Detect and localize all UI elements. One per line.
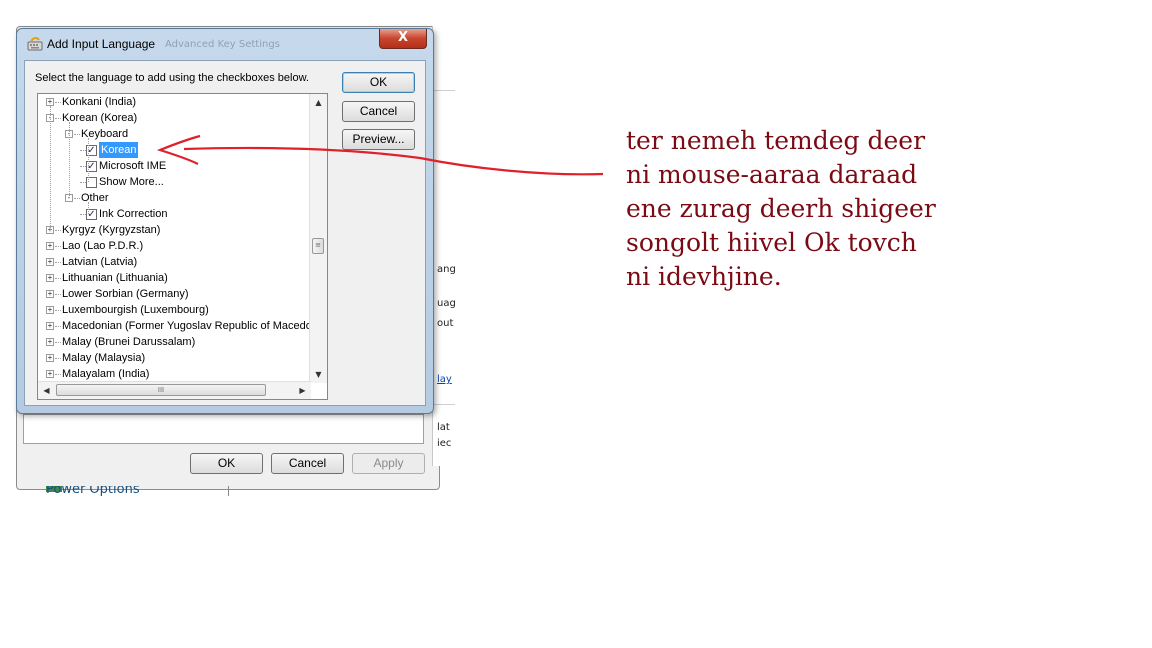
annotation-line: ni mouse-aaraa daraad — [626, 160, 918, 189]
annotation-text: ter nemeh temdeg deer ni mouse-aaraa dar… — [626, 124, 1046, 294]
annotation-line: ene zurag deerh shigeer — [626, 194, 936, 223]
annotation-line: ter nemeh temdeg deer — [626, 126, 926, 155]
arrow-head — [156, 134, 201, 165]
annotation-arrow — [156, 134, 604, 176]
arrow-shaft — [183, 146, 604, 176]
annotation-line: ni idevhjine. — [626, 262, 782, 291]
annotation-line: songolt hiivel Ok tovch — [626, 228, 917, 257]
